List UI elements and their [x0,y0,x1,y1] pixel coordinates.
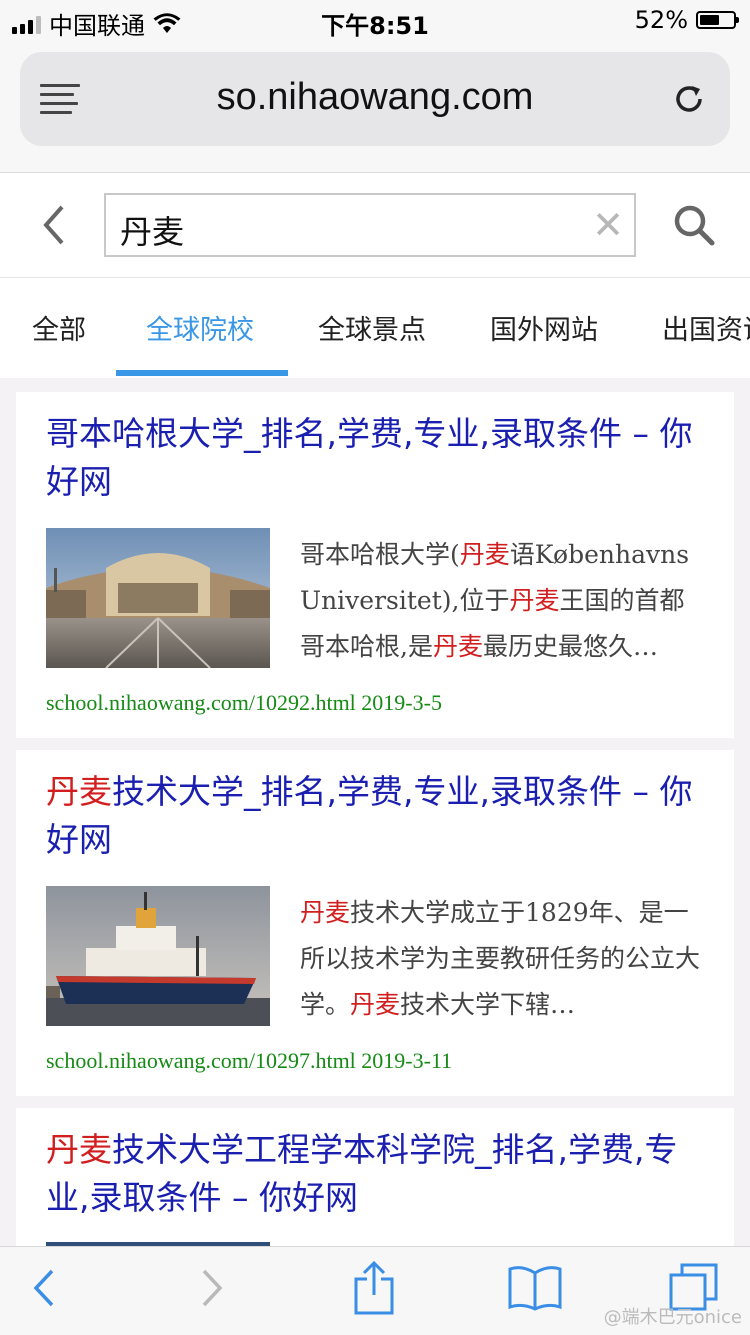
result-title[interactable]: 丹麦技术大学_排名,学费,专业,录取条件 – 你好网 [46,768,716,864]
search-query[interactable]: 丹麦 [120,207,184,253]
result-title[interactable]: 哥本哈根大学_排名,学费,专业,录取条件 – 你好网 [46,410,716,506]
url-text[interactable]: so.nihaowang.com [20,76,730,119]
tab-all[interactable]: 全部 [32,308,86,347]
browser-toolbar: @端木巴元onice [0,1246,750,1335]
battery-icon [696,11,739,29]
search-result: 丹麦技术大学工程学本科学院_排名,学费,专业,录取条件 – 你好网 [16,1108,734,1248]
search-result: 丹麦技术大学_排名,学费,专业,录取条件 – 你好网 丹麦技术大学成立于1829… [16,750,734,1096]
search-result: 哥本哈根大学_排名,学费,专业,录取条件 – 你好网 哥本哈根大学(丹麦语Køb… [16,392,734,738]
watermark: @端木巴元onice [603,1307,742,1328]
result-url[interactable]: school.nihaowang.com/10292.html 2019-3-5 [46,690,442,716]
active-tab-indicator [116,370,288,376]
chevron-left-icon[interactable] [30,1265,58,1311]
reload-icon[interactable] [670,80,708,118]
share-icon[interactable] [354,1261,394,1315]
tab-global-schools[interactable]: 全球院校 [146,308,254,347]
tab-global-attractions[interactable]: 全球景点 [318,308,426,347]
search-icon[interactable] [672,203,716,247]
status-right: 52% [634,6,739,34]
result-thumbnail[interactable] [46,528,270,668]
category-tabs: 全部 全球院校 全球景点 国外网站 出国资讯 [0,278,750,378]
book-icon[interactable] [508,1265,562,1311]
clear-icon[interactable]: ✕ [592,203,624,247]
result-snippet: 丹麦技术大学成立于1829年、是一所以技术学为主要教研任务的公立大学。丹麦技术大… [300,898,701,1019]
back-arrow-icon[interactable] [36,201,76,249]
result-url[interactable]: school.nihaowang.com/10297.html 2019-3-1… [46,1048,452,1074]
browser-address-area: so.nihaowang.com [0,42,750,173]
chevron-right-icon[interactable] [198,1265,226,1311]
search-row: 丹麦 ✕ [0,173,750,278]
search-input[interactable]: 丹麦 ✕ [104,193,636,257]
battery-percent: 52% [634,6,688,34]
tab-foreign-websites[interactable]: 国外网站 [490,308,598,347]
status-bar: 中国联通 下午8:51 52% [0,0,750,42]
tab-study-abroad-news[interactable]: 出国资讯 [662,308,750,347]
result-snippet: 哥本哈根大学(丹麦语Københavns Universitet),位于丹麦王国… [300,540,690,661]
result-thumbnail[interactable] [46,886,270,1026]
result-title[interactable]: 丹麦技术大学工程学本科学院_排名,学费,专业,录取条件 – 你好网 [46,1126,716,1222]
address-bar[interactable]: so.nihaowang.com [20,52,730,146]
